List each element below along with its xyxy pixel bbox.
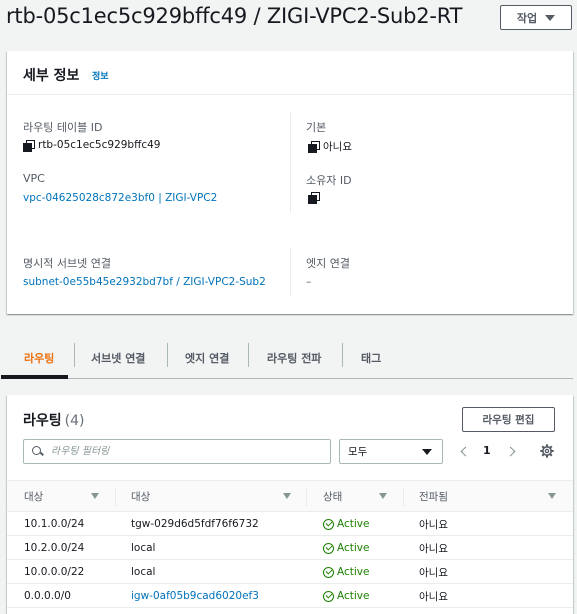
tab-separator — [248, 343, 249, 367]
propagated-cell: 아니요 — [419, 566, 448, 579]
route-table-id-text: rtb-05c1ec5c929bffc49 — [38, 139, 161, 151]
tab-routes[interactable]: 라우팅 — [24, 337, 54, 378]
vpc-link[interactable]: vpc-04625028c872e3bf0 | ZIGI-VPC2 — [23, 192, 217, 204]
propagated-cell: 아니요 — [419, 590, 448, 603]
status-text: Active — [337, 518, 370, 530]
active-tab-indicator — [1, 375, 68, 379]
table-header: 대상 대상 상태 전파됨 — [7, 480, 573, 512]
tab-separator — [167, 343, 168, 367]
sort-caret-icon[interactable] — [283, 493, 291, 499]
info-link[interactable]: 정보 — [92, 69, 109, 82]
propagated-cell: 아니요 — [419, 518, 448, 531]
owner-id-label: 소유자 ID — [306, 174, 352, 187]
propagated-cell: 아니요 — [419, 542, 448, 555]
target-cell: local — [131, 566, 156, 578]
vpc-label: VPC — [23, 172, 45, 185]
copy-icon[interactable] — [308, 141, 320, 153]
check-circle-icon — [323, 518, 334, 530]
target-cell: tgw-029d6d5fdf76f6732 — [131, 518, 259, 530]
column-separator — [306, 488, 307, 506]
column-separator — [115, 488, 116, 506]
caret-down-icon — [545, 14, 556, 21]
column-header-propagated[interactable]: 전파됨 — [419, 481, 448, 512]
destination-cell: 10.2.0.0/24 — [24, 542, 85, 554]
target-link[interactable]: igw-0af05b9cad6020ef3 — [131, 584, 259, 608]
destination-cell: 0.0.0.0/0 — [24, 590, 71, 602]
destination-cell: 10.0.0.0/22 — [24, 566, 85, 578]
filter-select[interactable]: 모두 — [339, 439, 443, 464]
check-circle-icon — [323, 566, 334, 578]
status-cell: Active — [323, 560, 369, 584]
route-filter[interactable] — [23, 439, 331, 464]
details-panel: 세부 정보 정보 라우팅 테이블 ID rtb-05c1ec5c929bffc4… — [7, 51, 573, 314]
status-text: Active — [337, 542, 370, 554]
main-label: 기본 — [306, 121, 327, 134]
column-divider — [290, 247, 291, 297]
column-header-target[interactable]: 대상 — [131, 481, 150, 512]
status-cell: Active — [323, 584, 369, 608]
current-page[interactable]: 1 — [483, 444, 491, 457]
sort-caret-icon[interactable] — [91, 493, 99, 499]
explicit-subnet-label: 명시적 서브넷 연결 — [23, 257, 111, 270]
table-row[interactable]: 10.0.0.0/22 local Active 아니요 — [7, 560, 573, 584]
sort-caret-icon[interactable] — [548, 493, 556, 499]
sort-caret-icon[interactable] — [379, 493, 387, 499]
next-page-icon[interactable] — [507, 445, 517, 459]
column-separator — [403, 488, 404, 506]
details-header: 세부 정보 정보 — [7, 51, 573, 95]
status-text: Active — [337, 566, 370, 578]
gear-icon[interactable] — [540, 444, 554, 458]
owner-id-value — [308, 192, 323, 204]
tab-bar: 라우팅 서브넷 연결 엣지 연결 라우팅 전파 태그 — [7, 337, 573, 379]
routes-count: (4) — [64, 413, 85, 429]
destination-cell: 10.1.0.0/24 — [24, 518, 85, 530]
routes-title-text: 라우팅 — [23, 413, 62, 429]
check-circle-icon — [323, 542, 334, 554]
explicit-subnet-link[interactable]: subnet-0e55b45e2932bd7bf / ZIGI-VPC2-Sub… — [23, 276, 266, 288]
column-divider — [290, 113, 291, 213]
page-title: rtb-05c1ec5c929bffc49 / ZIGI-VPC2-Sub2-R… — [6, 4, 463, 28]
page-header: rtb-05c1ec5c929bffc49 / ZIGI-VPC2-Sub2-R… — [0, 0, 577, 38]
tab-edge-associations[interactable]: 엣지 연결 — [185, 337, 229, 378]
actions-button[interactable]: 작업 — [500, 5, 572, 30]
routes-panel: 라우팅(4) 라우팅 편집 모두 1 대상 대상 상태 — [7, 395, 573, 614]
edit-routes-button[interactable]: 라우팅 편집 — [462, 407, 555, 432]
copy-icon[interactable] — [308, 192, 320, 204]
filter-select-value: 모두 — [348, 446, 368, 458]
column-header-status[interactable]: 상태 — [323, 481, 342, 512]
status-text: Active — [337, 590, 370, 602]
status-cell: Active — [323, 536, 369, 560]
target-cell: local — [131, 542, 156, 554]
check-circle-icon — [323, 590, 334, 602]
route-table-id-value: rtb-05c1ec5c929bffc49 — [23, 139, 161, 152]
route-filter-input[interactable] — [51, 446, 311, 457]
route-table-id-label: 라우팅 테이블 ID — [23, 121, 103, 134]
tab-tags[interactable]: 태그 — [361, 337, 381, 378]
tab-subnet-associations[interactable]: 서브넷 연결 — [91, 337, 145, 378]
caret-down-icon — [422, 448, 432, 455]
status-cell: Active — [323, 512, 369, 536]
tab-route-propagation[interactable]: 라우팅 전파 — [267, 337, 321, 378]
edge-label: 엣지 연결 — [306, 257, 350, 270]
search-icon — [32, 446, 43, 457]
previous-page-icon[interactable] — [459, 445, 469, 459]
table-row[interactable]: 10.2.0.0/24 local Active 아니요 — [7, 536, 573, 560]
edge-value: – — [306, 276, 312, 288]
table-row[interactable]: 0.0.0.0/0 igw-0af05b9cad6020ef3 Active 아… — [7, 584, 573, 608]
column-header-destination[interactable]: 대상 — [24, 481, 43, 512]
table-row[interactable]: 10.1.0.0/24 tgw-029d6d5fdf76f6732 Active… — [7, 512, 573, 536]
tab-separator — [74, 343, 75, 367]
routes-title: 라우팅 (4) — [23, 410, 84, 430]
main-text: 아니요 — [323, 141, 352, 153]
copy-icon[interactable] — [23, 139, 35, 152]
details-title: 세부 정보 — [23, 68, 80, 84]
actions-button-label: 작업 — [516, 11, 538, 25]
main-value: 아니요 — [308, 139, 352, 154]
tab-separator — [342, 343, 343, 367]
